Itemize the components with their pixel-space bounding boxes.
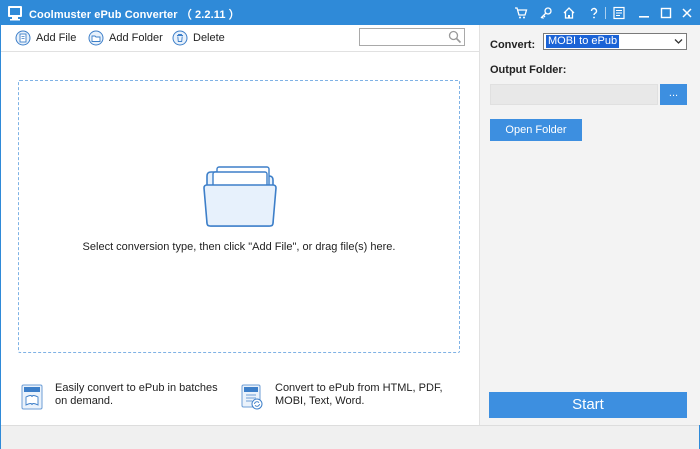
drop-hint-text: Select conversion type, then click "Add … bbox=[82, 241, 396, 253]
cart-icon[interactable] bbox=[512, 4, 530, 22]
search-input[interactable] bbox=[362, 29, 442, 43]
app-window: Coolmuster ePub Converter （ 2.2.11 ） Add… bbox=[0, 0, 700, 449]
app-logo-icon bbox=[8, 6, 22, 21]
feature-formats-text: Convert to ePub from HTML, PDF, MOBI, Te… bbox=[275, 382, 443, 407]
open-folder-button[interactable]: Open Folder bbox=[490, 119, 582, 141]
minimize-icon[interactable] bbox=[635, 4, 653, 22]
start-button[interactable]: Start bbox=[489, 392, 687, 418]
output-folder-field[interactable] bbox=[490, 84, 658, 105]
add-folder-label: Add Folder bbox=[109, 32, 163, 44]
maximize-icon[interactable] bbox=[657, 4, 675, 22]
epub-book-icon bbox=[21, 384, 43, 410]
delete-label: Delete bbox=[193, 32, 225, 44]
convert-type-value: MOBI to ePub bbox=[546, 35, 620, 48]
search-icon[interactable] bbox=[448, 30, 462, 44]
feedback-icon[interactable] bbox=[610, 4, 628, 22]
feature-batch: Easily convert to ePub in batches on dem… bbox=[21, 382, 225, 410]
title-bar: Coolmuster ePub Converter （ 2.2.11 ） bbox=[1, 1, 699, 25]
settings-panel: Convert: MOBI to ePub Output Folder: ...… bbox=[479, 25, 700, 425]
window-title: Coolmuster ePub Converter （ 2.2.11 ） bbox=[29, 9, 240, 21]
add-folder-button[interactable]: Add Folder bbox=[88, 29, 163, 47]
add-folder-icon bbox=[88, 30, 104, 46]
delete-icon bbox=[172, 30, 188, 46]
delete-button[interactable]: Delete bbox=[172, 29, 225, 47]
epub-convert-icon bbox=[241, 384, 263, 410]
chevron-down-icon bbox=[674, 39, 683, 44]
convert-type-select[interactable]: MOBI to ePub bbox=[543, 33, 687, 50]
key-icon[interactable] bbox=[537, 4, 555, 22]
home-icon[interactable] bbox=[560, 4, 578, 22]
status-bar bbox=[1, 425, 699, 449]
browse-button[interactable]: ... bbox=[660, 84, 687, 105]
toolbar-divider bbox=[1, 51, 479, 52]
add-file-icon bbox=[15, 30, 31, 46]
add-file-button[interactable]: Add File bbox=[15, 29, 76, 47]
output-folder-label: Output Folder: bbox=[490, 64, 567, 76]
convert-label: Convert: bbox=[490, 39, 536, 51]
title-bar-separator bbox=[605, 7, 606, 19]
search-box bbox=[359, 28, 465, 46]
close-icon[interactable] bbox=[678, 4, 696, 22]
help-icon[interactable] bbox=[585, 4, 603, 22]
file-drop-zone[interactable]: Select conversion type, then click "Add … bbox=[18, 80, 460, 353]
toolbar: Add File Add Folder Delete bbox=[1, 25, 479, 51]
feature-formats: Convert to ePub from HTML, PDF, MOBI, Te… bbox=[241, 382, 465, 410]
feature-batch-text: Easily convert to ePub in batches on dem… bbox=[55, 382, 218, 407]
add-file-label: Add File bbox=[36, 32, 77, 44]
folder-icon bbox=[203, 166, 277, 227]
